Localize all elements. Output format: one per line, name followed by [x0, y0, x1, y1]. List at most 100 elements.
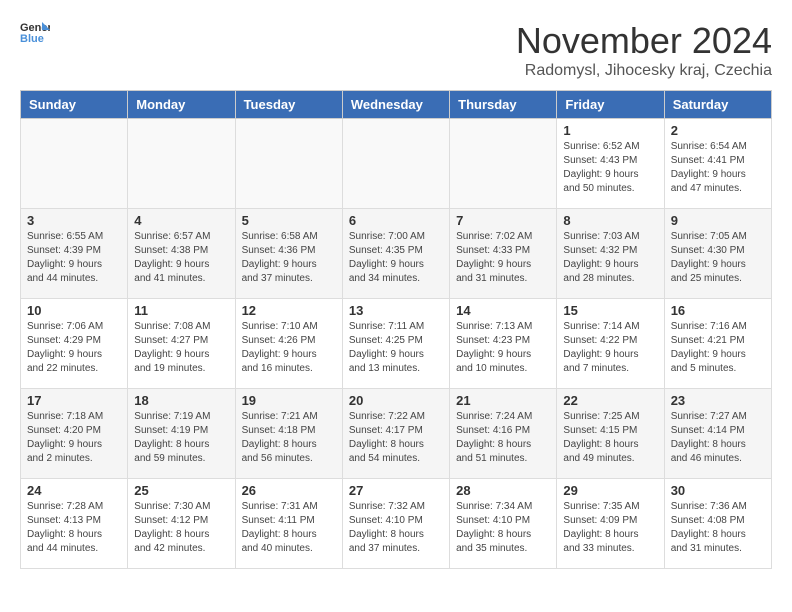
day-info: Sunrise: 6:58 AM Sunset: 4:36 PM Dayligh…	[242, 230, 336, 286]
day-number: 13	[349, 303, 443, 318]
day-info: Sunrise: 7:18 AM Sunset: 4:20 PM Dayligh…	[27, 410, 121, 466]
day-header-sunday: Sunday	[21, 91, 128, 119]
calendar-week-5: 24Sunrise: 7:28 AM Sunset: 4:13 PM Dayli…	[21, 479, 772, 569]
day-info: Sunrise: 7:28 AM Sunset: 4:13 PM Dayligh…	[27, 500, 121, 556]
day-info: Sunrise: 6:57 AM Sunset: 4:38 PM Dayligh…	[134, 230, 228, 286]
day-number: 16	[671, 303, 765, 318]
calendar-cell: 1Sunrise: 6:52 AM Sunset: 4:43 PM Daylig…	[557, 119, 664, 209]
day-number: 22	[563, 393, 657, 408]
calendar-week-2: 3 Sunrise: 6:55 AM Sunset: 4:39 PM Daylig…	[21, 209, 772, 299]
day-number: 29	[563, 483, 657, 498]
logo: General Blue	[20, 20, 50, 44]
calendar-cell: 9Sunrise: 7:05 AM Sunset: 4:30 PM Daylig…	[664, 209, 771, 299]
calendar-cell: 5 Sunrise: 6:58 AM Sunset: 4:36 PM Daylig…	[235, 209, 342, 299]
day-header-tuesday: Tuesday	[235, 91, 342, 119]
day-number: 2	[671, 123, 765, 138]
day-info: Sunrise: 6:55 AM Sunset: 4:39 PM Dayligh…	[27, 230, 121, 286]
calendar-cell: 25Sunrise: 7:30 AM Sunset: 4:12 PM Dayli…	[128, 479, 235, 569]
calendar-cell: 16 Sunrise: 7:16 AM Sunset: 4:21 PM Dayli…	[664, 299, 771, 389]
day-info: Sunrise: 7:32 AM Sunset: 4:10 PM Dayligh…	[349, 500, 443, 556]
calendar-week-4: 17Sunrise: 7:18 AM Sunset: 4:20 PM Dayli…	[21, 389, 772, 479]
calendar-cell: 20Sunrise: 7:22 AM Sunset: 4:17 PM Dayli…	[342, 389, 449, 479]
calendar-cell: 28Sunrise: 7:34 AM Sunset: 4:10 PM Dayli…	[450, 479, 557, 569]
day-header-saturday: Saturday	[664, 91, 771, 119]
day-number: 30	[671, 483, 765, 498]
day-number: 8	[563, 213, 657, 228]
calendar-cell: 30 Sunrise: 7:36 AM Sunset: 4:08 PM Dayli…	[664, 479, 771, 569]
calendar-body: 1Sunrise: 6:52 AM Sunset: 4:43 PM Daylig…	[21, 119, 772, 569]
day-info: Sunrise: 7:35 AM Sunset: 4:09 PM Dayligh…	[563, 500, 657, 556]
day-info: Sunrise: 7:19 AM Sunset: 4:19 PM Dayligh…	[134, 410, 228, 466]
calendar-cell: 19 Sunrise: 7:21 AM Sunset: 4:18 PM Dayli…	[235, 389, 342, 479]
day-number: 3	[27, 213, 121, 228]
svg-text:Blue: Blue	[20, 33, 44, 44]
calendar-cell: 23 Sunrise: 7:27 AM Sunset: 4:14 PM Dayli…	[664, 389, 771, 479]
day-info: Sunrise: 7:22 AM Sunset: 4:17 PM Dayligh…	[349, 410, 443, 466]
calendar-cell: 29 Sunrise: 7:35 AM Sunset: 4:09 PM Dayli…	[557, 479, 664, 569]
day-info: Sunrise: 7:08 AM Sunset: 4:27 PM Dayligh…	[134, 320, 228, 376]
day-info: Sunrise: 7:27 AM Sunset: 4:14 PM Dayligh…	[671, 410, 765, 466]
day-header-thursday: Thursday	[450, 91, 557, 119]
day-info: Sunrise: 7:25 AM Sunset: 4:15 PM Dayligh…	[563, 410, 657, 466]
calendar-cell: 12Sunrise: 7:10 AM Sunset: 4:26 PM Dayli…	[235, 299, 342, 389]
calendar-cell: 4 Sunrise: 6:57 AM Sunset: 4:38 PM Daylig…	[128, 209, 235, 299]
day-number: 1	[563, 123, 657, 138]
day-number: 19	[242, 393, 336, 408]
page-header: General Blue November 2024 Radomysl, Jih…	[20, 20, 772, 80]
day-info: Sunrise: 7:03 AM Sunset: 4:32 PM Dayligh…	[563, 230, 657, 286]
day-number: 7	[456, 213, 550, 228]
calendar-cell: 22 Sunrise: 7:25 AM Sunset: 4:15 PM Dayli…	[557, 389, 664, 479]
day-number: 6	[349, 213, 443, 228]
calendar-cell: 6 Sunrise: 7:00 AM Sunset: 4:35 PM Daylig…	[342, 209, 449, 299]
day-number: 23	[671, 393, 765, 408]
day-number: 9	[671, 213, 765, 228]
day-info: Sunrise: 7:16 AM Sunset: 4:21 PM Dayligh…	[671, 320, 765, 376]
title-section: November 2024 Radomysl, Jihocesky kraj, …	[516, 20, 772, 80]
day-header-friday: Friday	[557, 91, 664, 119]
calendar-cell	[342, 119, 449, 209]
month-title: November 2024	[516, 20, 772, 62]
day-header-wednesday: Wednesday	[342, 91, 449, 119]
day-info: Sunrise: 7:14 AM Sunset: 4:22 PM Dayligh…	[563, 320, 657, 376]
calendar-cell	[450, 119, 557, 209]
day-info: Sunrise: 7:24 AM Sunset: 4:16 PM Dayligh…	[456, 410, 550, 466]
day-number: 14	[456, 303, 550, 318]
day-number: 10	[27, 303, 121, 318]
day-info: Sunrise: 7:36 AM Sunset: 4:08 PM Dayligh…	[671, 500, 765, 556]
day-info: Sunrise: 6:54 AM Sunset: 4:41 PM Dayligh…	[671, 140, 765, 196]
calendar-week-3: 10 Sunrise: 7:06 AM Sunset: 4:29 PM Dayli…	[21, 299, 772, 389]
calendar-cell: 10 Sunrise: 7:06 AM Sunset: 4:29 PM Dayli…	[21, 299, 128, 389]
calendar-cell: 3 Sunrise: 6:55 AM Sunset: 4:39 PM Daylig…	[21, 209, 128, 299]
calendar-week-1: 1Sunrise: 6:52 AM Sunset: 4:43 PM Daylig…	[21, 119, 772, 209]
calendar-cell: 17Sunrise: 7:18 AM Sunset: 4:20 PM Dayli…	[21, 389, 128, 479]
day-number: 4	[134, 213, 228, 228]
day-number: 18	[134, 393, 228, 408]
calendar-cell	[128, 119, 235, 209]
calendar-header-row: SundayMondayTuesdayWednesdayThursdayFrid…	[21, 91, 772, 119]
day-info: Sunrise: 7:00 AM Sunset: 4:35 PM Dayligh…	[349, 230, 443, 286]
day-number: 28	[456, 483, 550, 498]
calendar-cell: 14 Sunrise: 7:13 AM Sunset: 4:23 PM Dayli…	[450, 299, 557, 389]
calendar-cell: 2 Sunrise: 6:54 AM Sunset: 4:41 PM Daylig…	[664, 119, 771, 209]
day-info: Sunrise: 7:21 AM Sunset: 4:18 PM Dayligh…	[242, 410, 336, 466]
day-info: Sunrise: 7:11 AM Sunset: 4:25 PM Dayligh…	[349, 320, 443, 376]
calendar-cell: 13 Sunrise: 7:11 AM Sunset: 4:25 PM Dayli…	[342, 299, 449, 389]
logo-icon: General Blue	[20, 20, 50, 44]
day-number: 26	[242, 483, 336, 498]
day-info: Sunrise: 7:30 AM Sunset: 4:12 PM Dayligh…	[134, 500, 228, 556]
location-subtitle: Radomysl, Jihocesky kraj, Czechia	[516, 62, 772, 80]
calendar-cell: 15 Sunrise: 7:14 AM Sunset: 4:22 PM Dayli…	[557, 299, 664, 389]
day-header-monday: Monday	[128, 91, 235, 119]
calendar-table: SundayMondayTuesdayWednesdayThursdayFrid…	[20, 90, 772, 569]
day-info: Sunrise: 7:02 AM Sunset: 4:33 PM Dayligh…	[456, 230, 550, 286]
calendar-cell: 11 Sunrise: 7:08 AM Sunset: 4:27 PM Dayli…	[128, 299, 235, 389]
day-number: 11	[134, 303, 228, 318]
calendar-cell: 21 Sunrise: 7:24 AM Sunset: 4:16 PM Dayli…	[450, 389, 557, 479]
day-info: Sunrise: 7:06 AM Sunset: 4:29 PM Dayligh…	[27, 320, 121, 376]
day-number: 15	[563, 303, 657, 318]
day-number: 5	[242, 213, 336, 228]
calendar-cell: 26Sunrise: 7:31 AM Sunset: 4:11 PM Dayli…	[235, 479, 342, 569]
day-number: 21	[456, 393, 550, 408]
day-info: Sunrise: 7:13 AM Sunset: 4:23 PM Dayligh…	[456, 320, 550, 376]
calendar-cell	[21, 119, 128, 209]
